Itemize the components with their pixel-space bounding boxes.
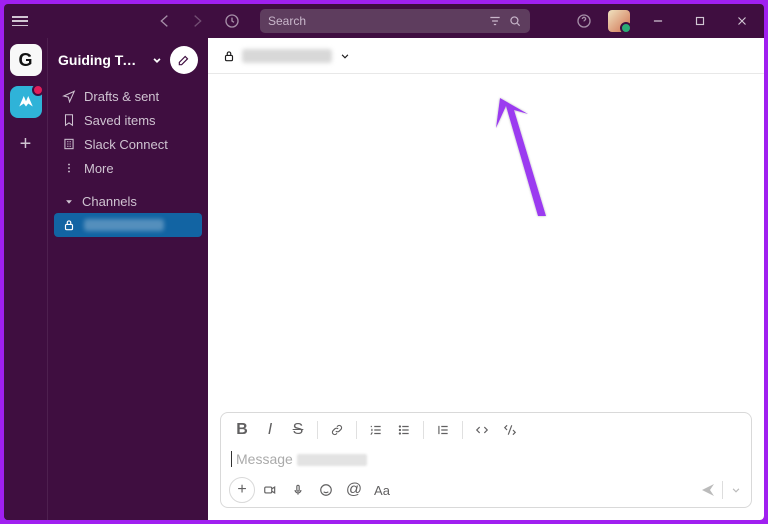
workspace-name: Guiding Tec... — [58, 52, 144, 68]
caret-down-icon — [62, 195, 76, 209]
workspace-tile-2[interactable] — [10, 86, 42, 118]
sidebar-item-saved[interactable]: Saved items — [48, 108, 208, 132]
bold-button[interactable]: B — [229, 417, 255, 443]
titlebar-left — [12, 14, 28, 28]
filter-icon[interactable] — [488, 14, 502, 28]
search-input[interactable]: Search — [260, 9, 530, 33]
action-toolbar: + @ Aa — [221, 473, 751, 507]
building-icon — [62, 137, 76, 151]
close-button[interactable] — [728, 9, 756, 33]
more-icon — [62, 161, 76, 175]
search-placeholder: Search — [268, 14, 306, 28]
channel-item-selected[interactable] — [54, 213, 202, 237]
strike-button[interactable]: S — [285, 417, 311, 443]
message-input[interactable]: Message — [221, 447, 751, 473]
sidebar-item-label: More — [84, 161, 114, 176]
codeblock-button[interactable] — [497, 417, 523, 443]
forward-button[interactable] — [188, 11, 208, 31]
workspace-header[interactable]: Guiding Tec... — [48, 38, 208, 82]
channel-name-redacted — [242, 49, 332, 63]
message-placeholder: Message — [236, 451, 367, 467]
attach-button[interactable]: + — [229, 477, 255, 503]
minimize-button[interactable] — [644, 9, 672, 33]
sidebar-item-label: Saved items — [84, 113, 156, 128]
composer-container: B I S — [208, 412, 764, 520]
composer: B I S — [220, 412, 752, 508]
channel-header[interactable] — [208, 38, 764, 74]
send-icon — [62, 89, 76, 103]
add-workspace-button[interactable]: + — [10, 128, 42, 160]
channel-name-redacted — [84, 219, 164, 231]
bullet-list-button[interactable] — [391, 417, 417, 443]
chevron-down-icon — [729, 483, 743, 497]
code-button[interactable] — [469, 417, 495, 443]
sidebar: Guiding Tec... Drafts & sent Saved items — [48, 38, 208, 520]
sidebar-item-label: Slack Connect — [84, 137, 168, 152]
bookmark-icon — [62, 113, 76, 127]
send-button[interactable] — [700, 481, 743, 499]
sidebar-nav: Drafts & sent Saved items Slack Connect … — [48, 82, 208, 184]
chevron-down-icon — [338, 49, 352, 63]
sidebar-item-drafts[interactable]: Drafts & sent — [48, 84, 208, 108]
app-window: Search G + Guiding Tec... — [4, 4, 764, 520]
message-area — [208, 74, 764, 412]
formatting-toggle[interactable]: Aa — [369, 477, 395, 503]
titlebar-right — [574, 9, 756, 33]
link-button[interactable] — [324, 417, 350, 443]
sidebar-item-connect[interactable]: Slack Connect — [48, 132, 208, 156]
chevron-down-icon — [150, 53, 164, 67]
video-button[interactable] — [257, 477, 283, 503]
channels-section-header[interactable]: Channels — [48, 190, 208, 213]
italic-button[interactable]: I — [257, 417, 283, 443]
lock-icon — [222, 49, 236, 63]
search-icon[interactable] — [508, 14, 522, 28]
menu-icon[interactable] — [12, 14, 28, 28]
history-nav — [154, 11, 242, 31]
sidebar-item-more[interactable]: More — [48, 156, 208, 180]
mention-button[interactable]: @ — [341, 477, 367, 503]
back-button[interactable] — [154, 11, 174, 31]
lock-icon — [62, 218, 76, 232]
workspace-rail: G + — [4, 38, 48, 520]
main-row: G + Guiding Tec... Drafts & sent — [4, 38, 764, 520]
maximize-button[interactable] — [686, 9, 714, 33]
workspace-tile-1[interactable]: G — [10, 44, 42, 76]
compose-button[interactable] — [170, 46, 198, 74]
ordered-list-button[interactable] — [363, 417, 389, 443]
sidebar-item-label: Drafts & sent — [84, 89, 159, 104]
history-button[interactable] — [222, 11, 242, 31]
format-toolbar: B I S — [221, 413, 751, 447]
help-button[interactable] — [574, 11, 594, 31]
section-label: Channels — [82, 194, 137, 209]
content-pane: B I S — [208, 38, 764, 520]
blockquote-button[interactable] — [430, 417, 456, 443]
audio-button[interactable] — [285, 477, 311, 503]
emoji-button[interactable] — [313, 477, 339, 503]
titlebar: Search — [4, 4, 764, 38]
avatar[interactable] — [608, 10, 630, 32]
text-cursor — [231, 451, 232, 467]
